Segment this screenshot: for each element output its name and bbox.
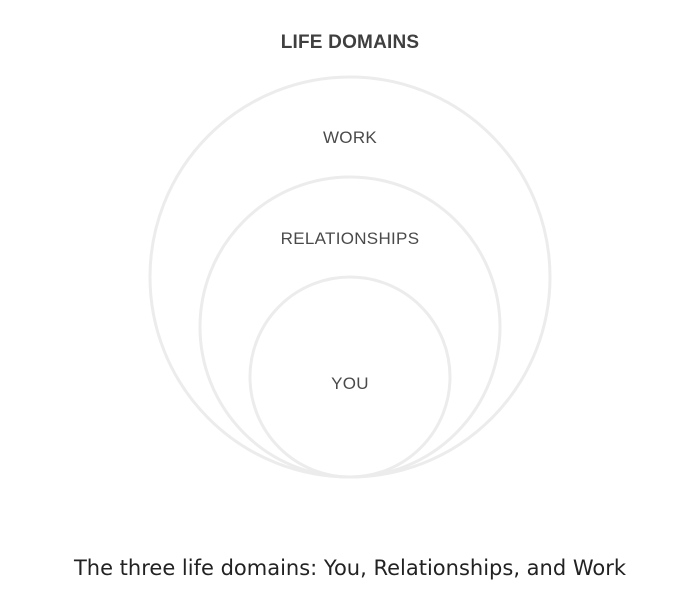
figure-caption: The three life domains: You, Relationshi… bbox=[73, 556, 627, 580]
life-domains-diagram: LIFE DOMAINS WORK RELATIONSHIPS YOU bbox=[148, 32, 552, 479]
diagram-title: LIFE DOMAINS bbox=[281, 32, 420, 53]
work-label: WORK bbox=[323, 128, 377, 147]
relationships-label: RELATIONSHIPS bbox=[281, 229, 420, 248]
you-label: YOU bbox=[331, 374, 369, 393]
